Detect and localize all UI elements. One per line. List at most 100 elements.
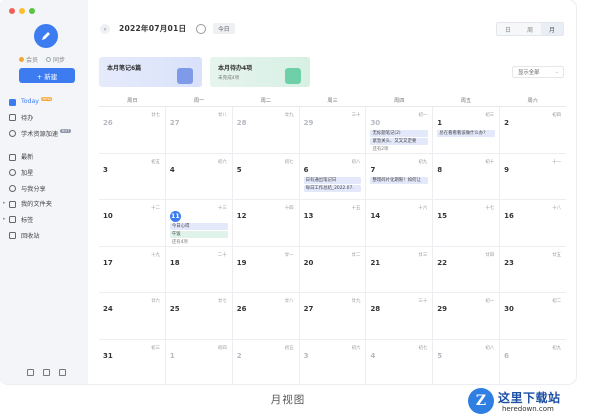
calendar-day[interactable]: 17 十九 [99, 246, 166, 292]
calendar-event[interactable]: 日有通出笔记日 [303, 176, 362, 184]
sidebar-item-academic[interactable]: 学术资源加速 HOT [0, 126, 88, 140]
calendar-day[interactable]: 20 廿二 [300, 246, 367, 292]
lunar-date: 初三 [485, 113, 495, 118]
lunar-date: 三十 [351, 113, 361, 118]
sidebar-item-folders[interactable]: ▸ 我的文件夹 [0, 197, 88, 211]
today-button[interactable]: 今日 [213, 23, 235, 34]
view-day-button[interactable]: 日 [497, 23, 519, 35]
calendar-day[interactable]: 3 初五 [99, 153, 166, 199]
day-number: 11 [169, 211, 181, 222]
sidebar-item-todo[interactable]: 待办 [0, 111, 88, 125]
calendar-event[interactable]: 无标题笔记(2) [370, 130, 429, 137]
calendar-day[interactable]: 1 初四 [166, 339, 233, 384]
lunar-date: 三十 [418, 299, 428, 304]
day-number: 28 [370, 305, 381, 313]
calendar-day[interactable]: 2 初四 [500, 107, 566, 153]
sidebar-item-label: 与我分享 [21, 185, 46, 193]
calendar-day[interactable]: 2 初五 [233, 339, 300, 384]
calendar-day[interactable]: 7 初九 整理碎片化期限！如何让 [366, 153, 434, 199]
weekday-label: 周四 [394, 98, 405, 104]
calendar-day[interactable]: 22 廿四 [433, 246, 501, 292]
calendar-weeks: 26 廿七 27 廿八 28 廿九 29 三十 30 初一 无标题笔记(2) 紧急关头、又又又定要 还有… [99, 106, 566, 384]
calendar-day[interactable]: 28 廿九 [233, 107, 300, 153]
calendar-day[interactable]: 4 初七 [366, 339, 434, 384]
calendar-day-today[interactable]: 11 十三 今日心得 午饭 还有4项 [166, 200, 233, 246]
sidebar-item-latest[interactable]: 最新 [0, 150, 88, 164]
calendar-week-row: 10 十二 11 十三 今日心得 午饭 还有4项 12 十四 13 十五 14 十六 15 十七 16 十八 [99, 200, 566, 247]
calendar-day[interactable]: 9 十一 [500, 154, 566, 200]
layout-icon[interactable] [27, 369, 34, 376]
calendar-day[interactable]: 12 十四 [233, 200, 300, 246]
calendar-day[interactable]: 27 廿九 [300, 293, 367, 339]
calendar-day[interactable]: 1 初三 总在看看看该做什么办? [433, 107, 501, 153]
calendar-day[interactable]: 5 初八 [433, 339, 501, 384]
calendar-day[interactable]: 4 初六 [166, 153, 233, 199]
sidebar-item-tags[interactable]: ▸ 标签 [0, 213, 88, 227]
calendar-day[interactable]: 25 廿七 [166, 293, 233, 339]
calendar-day[interactable]: 30 初二 [500, 293, 566, 339]
lunar-date: 廿五 [552, 252, 562, 258]
calendar-day[interactable]: 26 廿八 [233, 293, 300, 339]
view-week-button[interactable]: 周 [519, 23, 541, 35]
calendar-day[interactable]: 28 三十 [366, 293, 434, 339]
minimize-window-button[interactable] [19, 8, 25, 14]
calendar-event[interactable]: 总在看看看该做什么办? [437, 130, 496, 137]
day-number: 19 [236, 258, 247, 267]
day-number: 6 [303, 165, 309, 174]
calendar-day[interactable]: 15 十七 [433, 200, 501, 246]
lunar-date: 廿七 [151, 113, 160, 118]
more-events-link[interactable]: 还有2项 [370, 146, 428, 153]
calendar-day[interactable]: 29 三十 [300, 107, 367, 153]
filter-select[interactable]: 显示全部 ⌄ [512, 66, 564, 78]
chevron-right-icon[interactable]: ▸ [3, 200, 6, 206]
day-number: 22 [437, 258, 448, 267]
prev-month-button[interactable]: ‹ [100, 24, 110, 34]
calendar-day[interactable]: 10 十二 [99, 200, 166, 246]
calendar-picker-icon[interactable] [196, 24, 206, 34]
columns-icon[interactable] [43, 369, 50, 376]
calendar-day[interactable]: 19 廿一 [233, 246, 300, 292]
calendar-day[interactable]: 24 廿六 [99, 293, 166, 339]
square-icon[interactable] [59, 369, 66, 376]
calendar-event[interactable]: 午饭 [169, 231, 228, 238]
calendar-day[interactable]: 21 廿三 [366, 246, 434, 292]
notes-summary-card[interactable]: 本月笔记6篇 [99, 57, 202, 87]
calendar-day[interactable]: 5 初七 [233, 153, 300, 199]
view-switcher: 日 周 月 [496, 22, 564, 36]
close-window-button[interactable] [9, 8, 15, 14]
new-button[interactable]: + 新建 [19, 68, 75, 83]
calendar-day[interactable]: 26 廿七 [99, 107, 166, 153]
current-date[interactable]: 2022年07月01日 [119, 23, 186, 34]
day-number: 8 [437, 165, 443, 174]
calendar-event[interactable]: 今日心得 [169, 223, 228, 230]
calendar-day[interactable]: 23 廿五 [500, 247, 566, 293]
sidebar-item-trash[interactable]: 回收站 [0, 229, 88, 243]
vip-link[interactable]: 会员 [19, 55, 38, 64]
calendar-event[interactable]: 每日工作总结_2022.07. [303, 184, 362, 192]
calendar-day[interactable]: 29 初一 [433, 293, 501, 339]
calendar-day[interactable]: 8 初十 [433, 153, 501, 199]
calendar-day[interactable]: 18 二十 [166, 246, 233, 292]
calendar-day[interactable]: 27 廿八 [166, 107, 233, 153]
maximize-window-button[interactable] [29, 8, 35, 14]
day-number: 27 [169, 119, 180, 127]
sidebar-item-today[interactable]: Today NEW [0, 95, 88, 109]
sidebar-item-starred[interactable]: 加星 [0, 166, 88, 180]
calendar-event[interactable]: 整理碎片化期限！如何让 [370, 176, 429, 184]
more-events-link[interactable]: 还有4项 [170, 239, 228, 246]
calendar-day[interactable]: 6 初九 [500, 340, 566, 385]
calendar-day[interactable]: 31 初三 [99, 339, 166, 384]
calendar-day[interactable]: 16 十八 [500, 200, 566, 246]
calendar-day[interactable]: 13 十五 [300, 200, 367, 246]
chevron-right-icon[interactable]: ▸ [3, 216, 6, 222]
calendar-day[interactable]: 14 十六 [366, 200, 434, 246]
day-number: 6 [504, 351, 510, 360]
calendar-day[interactable]: 30 初一 无标题笔记(2) 紧急关头、又又又定要 还有2项 [366, 107, 434, 153]
calendar-event[interactable]: 紧急关头、又又又定要 [370, 138, 429, 145]
sync-link[interactable]: 同步 [46, 55, 65, 64]
view-month-button[interactable]: 月 [541, 23, 563, 35]
sidebar-item-shared[interactable]: 与我分享 [0, 181, 88, 195]
todo-summary-card[interactable]: 本月待办4项 未完成4项 [210, 57, 310, 87]
calendar-day[interactable]: 3 初六 [300, 339, 367, 384]
calendar-day[interactable]: 6 初八 日有通出笔记日 每日工作总结_2022.07. [300, 153, 367, 199]
